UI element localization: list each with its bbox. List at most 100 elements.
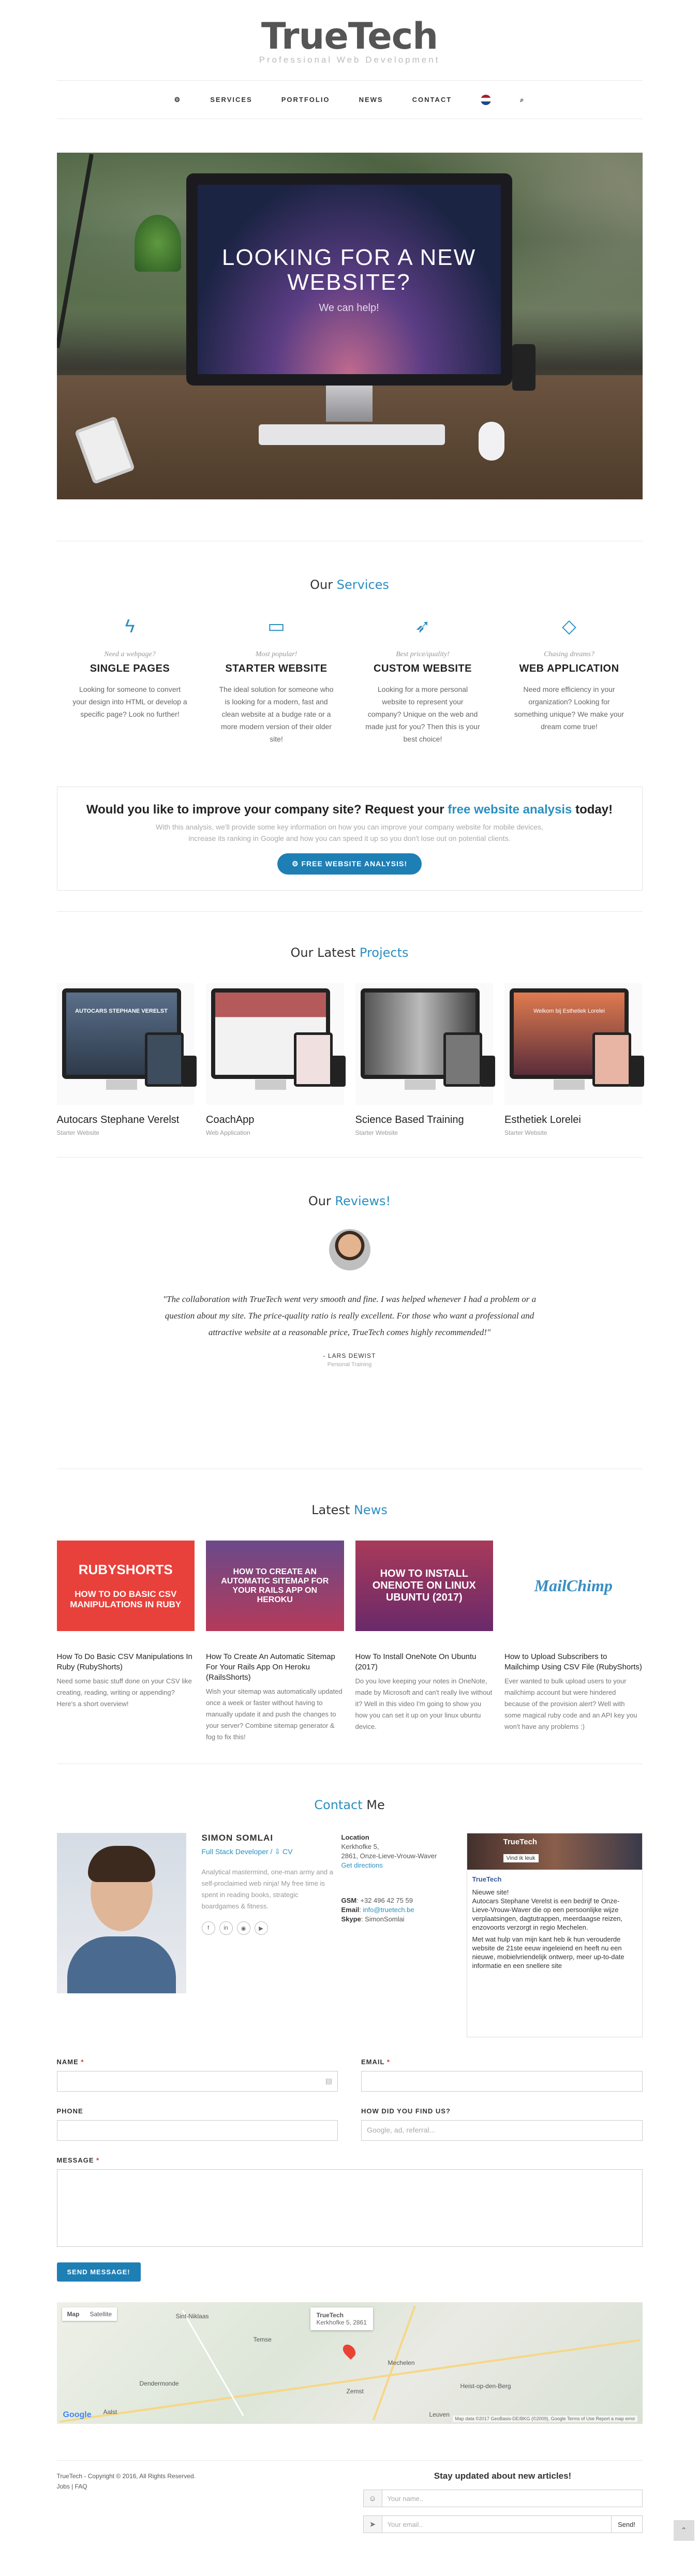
project-card[interactable]: Welkom bij Esthetiek Lorelei Esthetiek L… xyxy=(504,983,644,1136)
map-pin-icon[interactable] xyxy=(340,2342,358,2360)
email-link[interactable]: info@truetech.be xyxy=(363,1906,414,1914)
nav-news[interactable]: NEWS xyxy=(359,96,383,103)
phone-input[interactable] xyxy=(56,2120,338,2141)
service-starter-website: ▭ Most popular! STARTER WEBSITE The idea… xyxy=(203,615,350,745)
project-image xyxy=(206,983,346,1105)
news-title-link[interactable]: How to Upload Subscribers to Mailchimp U… xyxy=(504,1652,643,1672)
google-map[interactable]: Map Satellite Sint-Niklaas Temse Denderm… xyxy=(56,2302,643,2424)
email-label: EMAIL * xyxy=(361,2058,390,2066)
newsletter-email-field[interactable]: ➤ Your email.. Send! xyxy=(363,2515,643,2533)
contact-form: NAME * ▤ EMAIL * PHONE HOW DID YOU FIND … xyxy=(56,2058,643,2282)
cta-question: Would you like to improve your company s… xyxy=(86,803,613,817)
site-tagline: Professional Web Development xyxy=(259,55,440,65)
hero-plant xyxy=(134,215,181,272)
google-logo: Google xyxy=(63,2410,92,2419)
main-nav: ⚙ SERVICES PORTFOLIO NEWS CONTACT ⌕ xyxy=(56,80,643,119)
divider xyxy=(56,911,643,912)
message-textarea[interactable] xyxy=(56,2169,643,2247)
service-web-application: ◇ Chasing dreams? WEB APPLICATION Need m… xyxy=(496,615,643,745)
language-flag-icon[interactable] xyxy=(481,94,492,105)
bolt-icon: ϟ xyxy=(125,615,135,636)
facebook-widget[interactable]: TrueTech Vind ik leuk TrueTech Nieuwe si… xyxy=(466,1833,643,2037)
projects-title: Our Latest Projects xyxy=(290,945,409,960)
news-title: Latest News xyxy=(311,1503,388,1517)
project-image: AUTOCARS STEPHANE VERELST xyxy=(56,983,197,1105)
found-input[interactable]: Google, ad, referral... xyxy=(361,2120,643,2141)
satellite-tab[interactable]: Satellite xyxy=(85,2307,117,2321)
settings-icon[interactable]: ⚙ xyxy=(174,96,182,104)
monitor-stand xyxy=(325,386,373,422)
copyright: TrueTech - Copyright © 2016, All Rights … xyxy=(56,2473,196,2480)
keyboard xyxy=(258,424,445,445)
phone xyxy=(512,344,536,391)
project-card[interactable]: CoachApp Web Application xyxy=(206,983,346,1136)
newsletter-send-button[interactable]: Send! xyxy=(611,2516,642,2533)
cta-description: With this analysis, we'll provide some k… xyxy=(156,823,543,842)
free-analysis-button[interactable]: ⚙ FREE WEBSITE ANALYSIS! xyxy=(277,853,422,875)
contact-section: Contact Me SIMON SOMLAI Full Stack Devel… xyxy=(56,1798,643,2037)
project-name: CoachApp xyxy=(206,1114,255,1126)
news-card[interactable]: HOW TO INSTALL ONENOTE ON LINUX UBUNTU (… xyxy=(355,1541,494,1743)
site-footer: TrueTech - Copyright © 2016, All Rights … xyxy=(56,2460,694,2541)
news-image: RUBYSHORTS HOW TO DO BASIC CSV MANIPULAT… xyxy=(56,1541,195,1631)
project-category: Web Application xyxy=(206,1129,250,1136)
cv-link[interactable]: ⇩ CV xyxy=(274,1847,292,1856)
linkedin-icon[interactable]: in xyxy=(219,1921,233,1935)
footer-links[interactable]: Jobs | FAQ xyxy=(57,2481,363,2492)
hero-image: LOOKING FOR A NEW WEBSITE? We can help! xyxy=(56,153,643,499)
project-image xyxy=(355,983,495,1105)
services-section: Our Services ϟ Need a webpage? SINGLE PA… xyxy=(57,578,643,745)
service-text: Looking for someone to convert your desi… xyxy=(72,685,187,718)
search-icon[interactable]: ⌕ xyxy=(520,96,525,104)
email-input[interactable] xyxy=(361,2071,643,2092)
news-card[interactable]: RUBYSHORTS HOW TO DO BASIC CSV MANIPULAT… xyxy=(56,1541,195,1743)
service-title: WEB APPLICATION xyxy=(519,663,619,674)
news-card[interactable]: MailChimp How to Upload Subscribers to M… xyxy=(504,1541,643,1743)
project-card[interactable]: Science Based Training Starter Website xyxy=(355,983,495,1136)
service-subtitle: Need a webpage? xyxy=(104,650,156,658)
scroll-top-icon[interactable]: ⌃ xyxy=(673,2520,694,2541)
facebook-icon[interactable]: f xyxy=(201,1921,215,1935)
service-title: CUSTOM WEBSITE xyxy=(374,663,472,674)
facebook-page-link[interactable]: TrueTech xyxy=(472,1875,637,1884)
project-image: Welkom bij Esthetiek Lorelei xyxy=(504,983,644,1105)
contact-title: Contact Me xyxy=(314,1798,385,1812)
news-image: MailChimp xyxy=(504,1541,643,1631)
cta-link[interactable]: free website analysis xyxy=(448,803,572,817)
nav-contact[interactable]: CONTACT xyxy=(412,96,452,103)
facebook-cover: TrueTech Vind ik leuk xyxy=(467,1833,642,1870)
directions-link[interactable]: Get directions xyxy=(341,1861,455,1870)
contact-bio: Analytical mastermind, one-man army and … xyxy=(201,1868,333,1910)
hero-subtitle: We can help! xyxy=(319,302,379,314)
site-logo[interactable]: TrueTech xyxy=(57,16,643,57)
map-attribution: Map data ©2017 GeoBasis-DE/BKG (©2009), … xyxy=(453,2416,637,2422)
send-message-button[interactable]: SEND MESSAGE! xyxy=(56,2262,141,2282)
newsletter-name-field[interactable]: ☺ Your name.. xyxy=(363,2490,643,2507)
news-title-link[interactable]: How To Do Basic CSV Manipulations In Rub… xyxy=(57,1652,195,1672)
project-card[interactable]: AUTOCARS STEPHANE VERELST Autocars Steph… xyxy=(56,983,197,1136)
services-title: Our Services xyxy=(310,578,389,592)
rocket-icon: ➶ xyxy=(414,615,431,636)
github-icon[interactable]: ◉ xyxy=(236,1921,250,1935)
service-title: STARTER WEBSITE xyxy=(225,663,328,674)
news-title-link[interactable]: How To Install OneNote On Ubuntu (2017) xyxy=(355,1652,494,1672)
news-card[interactable]: HOW TO CREATE AN AUTOMATIC SITEMAP FOR Y… xyxy=(206,1541,344,1743)
name-label: NAME * xyxy=(56,2058,84,2066)
nav-services[interactable]: SERVICES xyxy=(210,96,252,103)
service-text: Need more efficiency in your organizatio… xyxy=(514,685,624,731)
news-excerpt: Need some basic stuff done on your CSV l… xyxy=(56,1677,192,1708)
divider xyxy=(56,1157,643,1158)
nav-portfolio[interactable]: PORTFOLIO xyxy=(281,96,330,103)
hero-screen: LOOKING FOR A NEW WEBSITE? We can help! xyxy=(197,185,501,374)
news-section: Latest News RUBYSHORTS HOW TO DO BASIC C… xyxy=(56,1503,643,1743)
facebook-like-button[interactable]: Vind ik leuk xyxy=(503,1854,539,1862)
youtube-icon[interactable]: ▶ xyxy=(254,1921,268,1935)
reviewer-role: Personal Training xyxy=(327,1361,372,1368)
map-tab[interactable]: Map xyxy=(62,2307,85,2321)
project-category: Starter Website xyxy=(355,1129,398,1136)
news-excerpt: Do you love keeping your notes in OneNot… xyxy=(355,1677,493,1730)
user-icon: ☺ xyxy=(363,2490,382,2507)
diamond-icon: ◇ xyxy=(562,615,576,636)
news-title-link[interactable]: How To Create An Automatic Sitemap For Y… xyxy=(206,1652,344,1683)
name-input[interactable]: ▤ xyxy=(56,2071,338,2092)
